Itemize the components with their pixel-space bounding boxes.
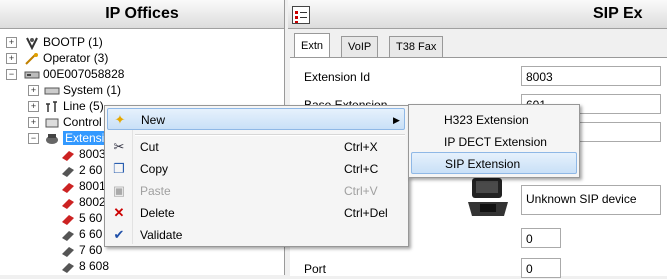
tree-item-label: 00E007058828 [43, 67, 125, 81]
phone-icon [62, 230, 74, 241]
extension-icon [46, 133, 58, 144]
line-icon [46, 101, 57, 112]
tree-item-phone[interactable]: 8 608 [60, 258, 109, 274]
phone-icon [62, 150, 74, 161]
delete-icon: ✕ [113, 205, 125, 220]
paste-icon: ▣ [112, 183, 126, 198]
tree-item-phone[interactable]: 8003 [60, 146, 106, 162]
expand-icon[interactable]: + [6, 37, 17, 48]
tree-item-phone[interactable]: 5 60 [60, 210, 102, 226]
tab-t38-fax[interactable]: T38 Fax [389, 36, 444, 57]
phone-icon [62, 262, 74, 273]
tree-item-phone[interactable]: 2 60 [60, 162, 102, 178]
collapse-icon[interactable]: − [6, 69, 17, 80]
port-field[interactable]: 0 [521, 258, 561, 278]
port-label: Port [304, 262, 327, 276]
submenu-item-h323-extension[interactable]: H323 Extension [411, 109, 577, 131]
menu-item-cut[interactable]: ✂ Cut Ctrl+X [107, 136, 405, 158]
copy-icon: ❐ [113, 161, 125, 176]
expand-icon[interactable]: + [6, 53, 17, 64]
tree-item-phone[interactable]: 8002 [60, 194, 106, 210]
control-unit-icon [45, 118, 59, 128]
menu-item-validate[interactable]: ✔ Validate [107, 224, 405, 246]
phone-icon [62, 166, 74, 177]
tree-item-label: BOOTP (1) [43, 35, 103, 49]
phone-icon [62, 246, 74, 257]
submenu-arrow-icon: ▶ [393, 115, 400, 125]
phone-icon [62, 214, 74, 225]
tab-voip[interactable]: VoIP [341, 36, 379, 57]
tab-extn[interactable]: Extn [294, 33, 331, 58]
extension-id-label: Extension Id [304, 70, 371, 84]
tree-item-label: 6 60 [79, 227, 103, 241]
new-icon: ✦ [114, 112, 126, 127]
tree-item-phone[interactable]: 6 60 [60, 226, 102, 242]
validate-icon: ✔ [113, 227, 125, 242]
tree-item-label: System (1) [63, 83, 122, 97]
system-icon [44, 87, 60, 95]
collapse-icon[interactable]: − [28, 133, 39, 144]
tree-item-label: 2 60 [79, 163, 103, 177]
list-view-icon[interactable] [292, 6, 310, 24]
menu-item-paste: ▣ Paste Ctrl+V [112, 183, 378, 198]
tree-item-phone[interactable]: 7 60 [60, 242, 102, 258]
bootp-icon [26, 37, 38, 50]
device-type-field[interactable]: Unknown SIP device [521, 185, 661, 215]
system-unit-icon [24, 71, 40, 79]
context-menu: ✦ New ▶ ✂ Cut Ctrl+X ❐ Copy Ctrl+C ▣ Pas… [104, 105, 409, 247]
submenu-item-sip-extension[interactable]: SIP Extension [411, 152, 577, 174]
new-submenu: H323 Extension IP DECT Extension SIP Ext… [408, 104, 580, 178]
tree-item-label: 7 60 [79, 243, 103, 257]
tree-item-label: 8002 [79, 195, 106, 209]
extension-id-field[interactable]: 8003 [521, 66, 661, 86]
expand-icon[interactable]: + [28, 85, 39, 96]
tree-item-label: 5 60 [79, 211, 103, 225]
tree-item-label: 8003 [79, 147, 106, 161]
tree-item-phone[interactable]: 8001 [60, 178, 106, 194]
sip-phone-icon [468, 178, 508, 216]
menu-item-delete[interactable]: ✕ Delete Ctrl+Del [107, 202, 405, 224]
expand-icon[interactable]: + [28, 101, 39, 112]
menu-item-copy[interactable]: ❐ Copy Ctrl+C [107, 158, 405, 180]
panel-title: SIP Ex [593, 5, 643, 22]
tree-item-label: 8001 [79, 179, 106, 193]
sip-extension-header: SIP Ex [288, 0, 667, 29]
submenu-item-ip-dect-extension[interactable]: IP DECT Extension [411, 131, 577, 153]
ip-offices-header: IP Offices [0, 0, 284, 29]
expand-icon[interactable]: + [28, 117, 39, 128]
phone-icon [62, 198, 74, 209]
tree-item-label: Control [63, 115, 102, 129]
numeric-field[interactable]: 0 [521, 228, 561, 248]
tree-item-label: Line (5) [63, 99, 104, 113]
operator-icon [25, 52, 38, 65]
cut-icon: ✂ [113, 139, 125, 154]
menu-item-new[interactable]: ✦ New ▶ [107, 108, 405, 130]
tree-item-label: 8 608 [79, 259, 110, 273]
tree-item-label: Operator (3) [43, 51, 109, 65]
phone-icon [62, 182, 74, 193]
